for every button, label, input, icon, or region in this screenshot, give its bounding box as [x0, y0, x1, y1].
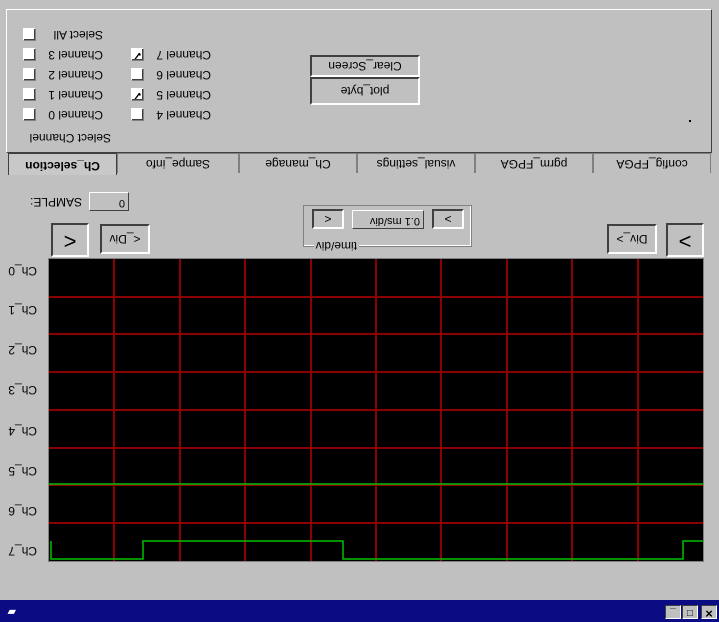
close-icon[interactable]: ✕ — [701, 605, 717, 619]
channel-label-2: Ch_2 — [8, 343, 37, 357]
app-icon: ▰ — [7, 606, 16, 618]
channel-2-checkbox[interactable] — [23, 68, 36, 81]
channel-5-label: Channel 5 — [156, 88, 211, 102]
channel-4-checkbox[interactable] — [131, 108, 144, 121]
maximize-icon[interactable]: □ — [682, 605, 698, 619]
scope-canvas — [49, 259, 703, 561]
sample-field[interactable]: 0 — [89, 192, 129, 211]
select-all-label: Select All — [53, 28, 103, 42]
select-channel-label: Select Channel — [29, 131, 111, 145]
channel-3-label: Channel 3 — [48, 48, 103, 62]
channel-label-0: Ch_0 — [8, 264, 37, 278]
clear-screen-button[interactable]: Clear_Screen — [310, 55, 420, 77]
tab-ch-manage[interactable]: Ch_manage — [239, 153, 357, 173]
tab-config-fpga[interactable]: config_FPGA — [593, 153, 711, 173]
sample-label: SAMPLE: — [29, 195, 82, 209]
channel-3-checkbox[interactable] — [23, 48, 36, 61]
next-div-button[interactable]: Div_> — [607, 224, 657, 254]
channel-label-6: Ch_6 — [8, 504, 37, 518]
timebase-label: time/div — [313, 239, 359, 253]
minimize-icon[interactable]: _ — [665, 605, 681, 619]
timebase-increase-button[interactable]: > — [432, 209, 464, 229]
channel-7-label: Channel 7 — [156, 48, 211, 62]
channel-0-label: Channel 0 — [48, 108, 103, 122]
channel-4-label: Channel 4 — [156, 108, 211, 122]
channel-6-label: Channel 6 — [156, 68, 211, 82]
oscilloscope-window: ✕ □ _ ▰ Ch_0 Ch_1 Ch_2 Ch_3 Ch_4 Ch_5 Ch… — [0, 0, 719, 622]
title-bar: ✕ □ _ ▰ — [0, 600, 719, 622]
timebase-decrease-button[interactable]: < — [312, 209, 344, 229]
channel-1-checkbox[interactable] — [23, 88, 36, 101]
tab-pgrm-fpga[interactable]: pgrm_FPGA — [475, 153, 593, 173]
channel-label-5: Ch_5 — [8, 464, 37, 478]
timebase-field: 0.1 ms/div — [352, 210, 424, 229]
channel-6-checkbox[interactable] — [131, 68, 144, 81]
channel-5-checkbox[interactable]: ✓ — [131, 88, 144, 101]
prev-button[interactable]: < — [51, 223, 89, 257]
marker-dot — [689, 120, 691, 122]
scope-display — [48, 258, 704, 562]
channel-0-checkbox[interactable] — [23, 108, 36, 121]
channel-label-4: Ch_4 — [8, 424, 37, 438]
channel-label-7: Ch_7 — [8, 544, 37, 558]
channel-7-checkbox[interactable]: ✓ — [131, 48, 144, 61]
plot-byte-button[interactable]: plot_byte — [310, 77, 420, 105]
channel-label-1: Ch_1 — [8, 303, 37, 317]
channel-label-3: Ch_3 — [8, 383, 37, 397]
tab-sampe-info[interactable]: Sampe_info — [117, 153, 239, 173]
channel-1-label: Channel 1 — [48, 88, 103, 102]
channel-2-label: Channel 2 — [48, 68, 103, 82]
prev-div-button[interactable]: <_Div — [100, 224, 150, 254]
next-button[interactable]: > — [666, 223, 704, 257]
tab-ch-selection[interactable]: Ch_selection — [8, 153, 117, 175]
tab-visual-settings[interactable]: visual_settings — [357, 153, 475, 173]
select-all-checkbox[interactable] — [23, 28, 36, 41]
